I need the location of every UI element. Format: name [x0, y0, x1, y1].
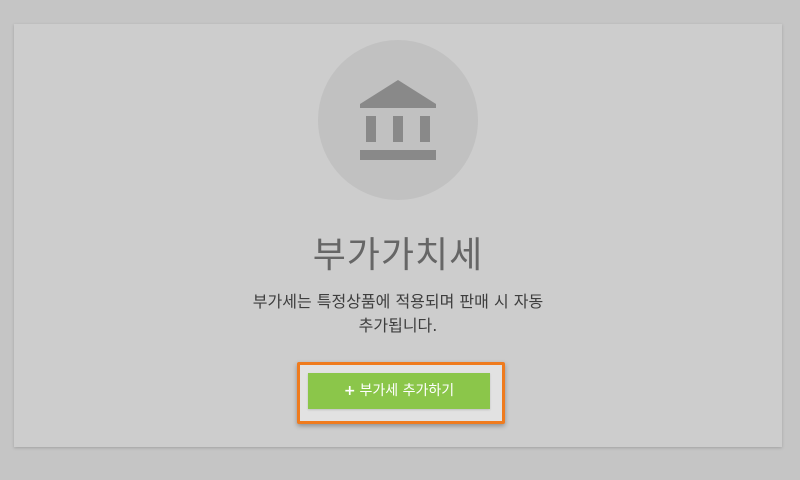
description-text: 부가세는 특정상품에 적용되며 판매 시 자동 추가됩니다. [218, 290, 578, 338]
add-vat-button-label: 부가세 추가하기 [359, 383, 455, 399]
description-line-2: 추가됩니다. [358, 316, 438, 335]
add-vat-button[interactable]: + 부가세 추가하기 [308, 373, 490, 409]
add-vat-button-highlight: + 부가세 추가하기 [297, 362, 505, 424]
icon-circle [318, 40, 478, 200]
bank-icon [360, 80, 436, 160]
description-line-1: 부가세는 특정상품에 적용되며 판매 시 자동 [252, 292, 544, 311]
plus-icon: + [343, 383, 356, 399]
page-title: 부가가치세 [312, 235, 484, 276]
vat-empty-state-card: 부가가치세 부가세는 특정상품에 적용되며 판매 시 자동 추가됩니다. + 부가… [14, 24, 782, 447]
